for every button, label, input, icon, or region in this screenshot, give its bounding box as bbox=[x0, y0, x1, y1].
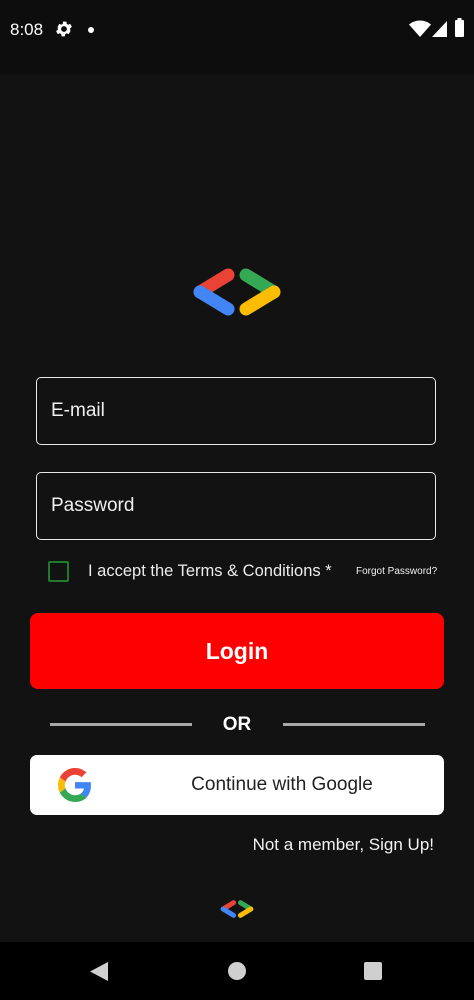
gear-icon bbox=[56, 21, 72, 37]
back-icon[interactable] bbox=[90, 962, 108, 981]
google-developers-logo-small-icon bbox=[220, 900, 254, 918]
notification-dot-icon bbox=[88, 27, 94, 33]
signal-icon bbox=[432, 21, 447, 37]
status-time: 8:08 bbox=[10, 20, 44, 39]
email-input[interactable] bbox=[51, 378, 421, 444]
divider-right bbox=[283, 723, 425, 726]
forgot-password-link[interactable]: Forgot Password? bbox=[356, 566, 437, 577]
terms-checkbox[interactable] bbox=[48, 561, 69, 582]
sign-up-link[interactable]: Not a member, Sign Up! bbox=[253, 835, 434, 855]
or-label: OR bbox=[222, 714, 252, 735]
home-icon[interactable] bbox=[228, 962, 246, 980]
password-input[interactable] bbox=[51, 473, 421, 539]
continue-with-google-button[interactable]: Continue with Google bbox=[30, 755, 444, 815]
email-field[interactable] bbox=[36, 377, 436, 445]
terms-label[interactable]: I accept the Terms & Conditions * bbox=[88, 562, 332, 581]
login-button[interactable]: Login bbox=[30, 613, 444, 689]
wifi-icon bbox=[409, 20, 431, 37]
google-developers-logo-icon bbox=[193, 268, 281, 316]
battery-icon bbox=[455, 18, 464, 37]
password-field[interactable] bbox=[36, 472, 436, 540]
continue-with-google-label: Continue with Google bbox=[191, 774, 373, 795]
divider-left bbox=[50, 723, 192, 726]
recents-icon[interactable] bbox=[364, 962, 382, 980]
